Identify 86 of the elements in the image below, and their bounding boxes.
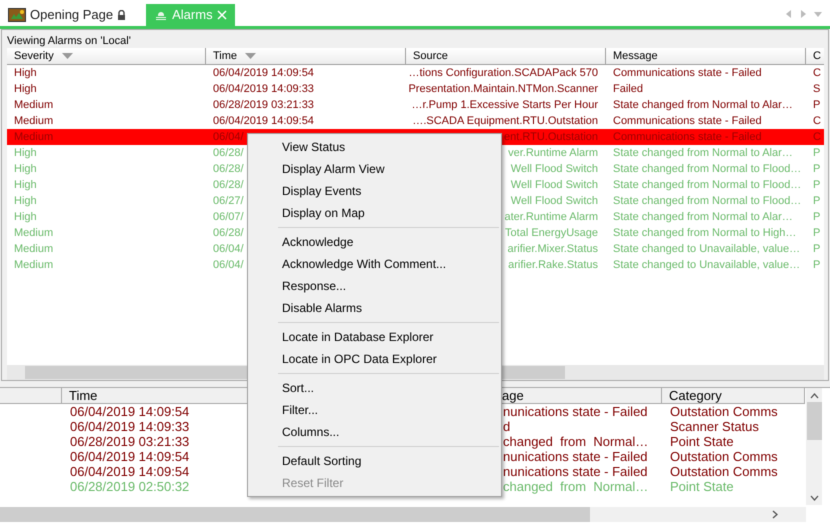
- table-cell: Medium: [14, 130, 54, 143]
- table-cell: Point State: [670, 434, 734, 449]
- table-cell: ater.Runtime Alarm: [504, 210, 598, 223]
- table-cell: 06/28/: [213, 226, 244, 239]
- table-cell: P: [813, 98, 820, 111]
- table-cell: P: [813, 162, 820, 175]
- table-cell: 06/04/: [213, 130, 244, 143]
- table-cell: 06/04/: [213, 242, 244, 255]
- table-cell: 06/28/2019 02:50:32: [70, 478, 190, 494]
- table-cell: 06/04/2019 14:09:54: [70, 448, 190, 464]
- table-cell: Medium: [14, 242, 54, 255]
- table-cell: P: [813, 146, 820, 159]
- table-cell: changed from Normal…: [503, 434, 648, 449]
- table-cell: ent.RTU.Outstation: [504, 130, 598, 143]
- table-cell: C: [813, 66, 821, 79]
- table-cell: ver.Runtime Alarm: [508, 146, 598, 159]
- table-cell: C: [813, 114, 821, 127]
- table-cell: 06/04/2019 14:09:54: [213, 66, 314, 79]
- table-cell: 06/04/2019 14:09:54: [213, 114, 314, 127]
- tab-label: Opening Page: [30, 6, 114, 24]
- table-cell: d: [503, 418, 510, 434]
- table-cell: nunications state - Failed: [503, 448, 648, 464]
- table-cell: State changed to Unavailable, value…: [613, 242, 800, 255]
- table-cell: ….SCADA Equipment.RTU.Outstation: [412, 114, 598, 127]
- table-cell: State changed from Normal to High…: [613, 226, 796, 239]
- table-cell: Well Flood Switch: [510, 162, 598, 175]
- table-cell: Presentation.Maintain.NTMon.Scanner: [408, 82, 598, 95]
- table-cell: High: [14, 82, 37, 95]
- table-cell: High: [14, 194, 37, 207]
- tab-label: Alarms: [172, 6, 213, 24]
- table-cell: High: [14, 146, 37, 159]
- table-cell: 06/04/2019 14:09:54: [70, 404, 190, 419]
- table-cell: 06/28/: [213, 146, 244, 159]
- table-cell: 06/28/2019 03:21:33: [70, 434, 190, 449]
- table-cell: Scanner Status: [670, 418, 759, 434]
- table-cell: 06/28/2019 03:21:33: [213, 98, 314, 111]
- table-cell: Well Flood Switch: [510, 194, 598, 207]
- table-cell: Medium: [14, 258, 54, 271]
- table-cell: Outstation Comms: [670, 448, 778, 464]
- view-title: Viewing Alarms on 'Local': [6, 34, 132, 48]
- table-cell: State changed from Normal to Alar…: [613, 210, 793, 223]
- table-cell: High: [14, 66, 37, 79]
- table-cell: 06/28/: [213, 178, 244, 191]
- table-cell: Total EnergyUsage: [505, 226, 598, 239]
- table-cell: Medium: [14, 98, 54, 111]
- table-cell: Point State: [670, 478, 734, 494]
- table-cell: Communications state - Failed: [613, 114, 762, 127]
- table-cell: C: [813, 130, 821, 143]
- table-cell: 06/28/: [213, 162, 244, 175]
- table-cell: State changed from Normal to Flood…: [613, 162, 802, 175]
- table-cell: State changed from Normal to Alar…: [613, 146, 793, 159]
- table-cell: 06/04/2019 14:09:54: [70, 464, 190, 479]
- table-cell: Outstation Comms: [670, 464, 778, 479]
- table-cell: State changed from Normal to Flood…: [613, 178, 802, 191]
- table-cell: State changed from Normal to Flood…: [613, 194, 802, 207]
- table-cell: nunications state - Failed: [503, 464, 648, 479]
- table-cell: Outstation Comms: [670, 404, 778, 419]
- table-cell: arifier.Rake.Status: [508, 258, 598, 271]
- table-cell: …r.Pump 1.Excessive Starts Per Hour: [412, 98, 598, 111]
- table-cell: State changed from Normal to Alar…: [613, 98, 793, 111]
- table-cell: Communications state - Failed: [613, 130, 762, 143]
- table-cell: Well Flood Switch: [510, 178, 598, 191]
- table-cell: P: [813, 194, 820, 207]
- table-cell: S: [813, 82, 820, 95]
- table-cell: Medium: [14, 226, 54, 239]
- table-cell: P: [813, 226, 820, 239]
- table-cell: …tions Configuration.SCADAPack 570: [408, 66, 598, 79]
- table-cell: 06/07/: [213, 210, 244, 223]
- table-cell: arifier.Mixer.Status: [508, 242, 598, 255]
- table-cell: P: [813, 258, 820, 271]
- table-cell: 06/04/2019 14:09:33: [213, 82, 314, 95]
- table-cell: 06/04/2019 14:09:33: [70, 418, 190, 434]
- table-cell: P: [813, 242, 820, 255]
- table-cell: Medium: [14, 114, 54, 127]
- table-cell: Failed: [613, 82, 643, 95]
- table-cell: nunications state - Failed: [503, 404, 648, 419]
- table-cell: 06/04/: [213, 258, 244, 271]
- table-cell: Communications state - Failed: [613, 66, 762, 79]
- table-cell: High: [14, 162, 37, 175]
- table-cell: 06/27/: [213, 194, 244, 207]
- table-cell: changed from Normal…: [503, 478, 648, 494]
- table-cell: State changed to Unavailable, value…: [613, 258, 800, 271]
- table-cell: P: [813, 210, 820, 223]
- table-cell: High: [14, 178, 37, 191]
- table-cell: High: [14, 210, 37, 223]
- table-cell: P: [813, 178, 820, 191]
